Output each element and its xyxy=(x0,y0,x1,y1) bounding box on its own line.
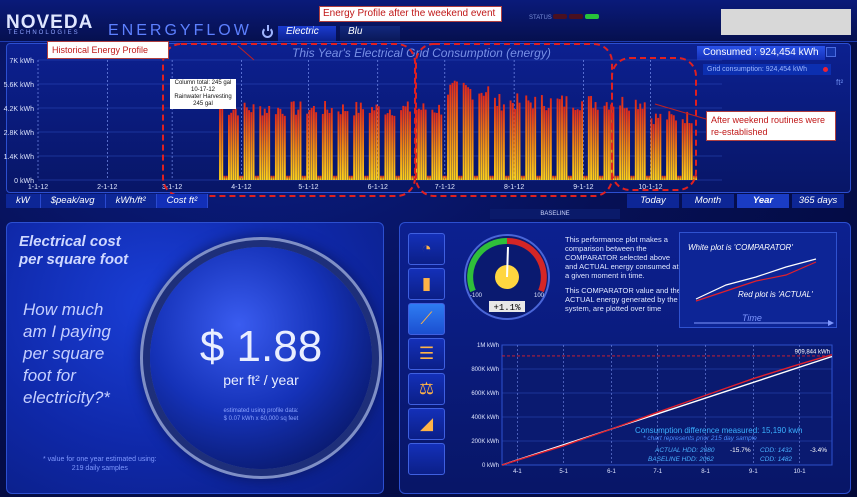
bar-tool-icon[interactable]: ▮ xyxy=(408,268,445,300)
gauge-min-label: -100 xyxy=(470,293,483,299)
chart-title: This Year's Electrical Grid Consumption … xyxy=(292,46,551,60)
y-tick-label: 800K kWh xyxy=(471,367,499,373)
y-tick-label: 1M kWh xyxy=(477,343,499,349)
price-estimate: estimated using profile data: $ 0.07 kWh… xyxy=(188,407,334,423)
performance-description: This performance plot makes a comparison… xyxy=(565,235,683,319)
question-line: electricity?* xyxy=(23,388,110,407)
performance-gauge: -100 100 +1.1% xyxy=(464,234,550,320)
energyflow-dashboard: NOVEDA TECHNOLOGIES ENERGYFLOW Electric … xyxy=(0,0,857,497)
tab-kwh-ft2[interactable]: kWh/ft² xyxy=(105,194,157,208)
tab-electric[interactable]: Electric xyxy=(278,26,336,41)
cost-title-line: Electrical cost xyxy=(19,233,121,250)
column-total-tooltip: Column total: 245 gal 10-17-12 Rainwater… xyxy=(170,79,236,109)
status-light xyxy=(569,14,583,19)
performance-text: This COMPARATOR value and the ACTUAL ene… xyxy=(565,286,681,313)
annotation-after-weekend: After weekend routines were re-establish… xyxy=(706,111,836,141)
chart-note: * chart represents prior 215 day sample xyxy=(643,435,757,442)
actual-cdd: CDD: 1432 xyxy=(760,447,793,454)
tab-year[interactable]: Year xyxy=(737,194,789,208)
baseline-tag[interactable]: BASELINE xyxy=(490,209,620,219)
cost-panel: Electrical cost per square foot How much… xyxy=(6,222,384,494)
legend-comparator: White plot is 'COMPARATOR' xyxy=(688,243,793,252)
footnote-line: 219 daily samples xyxy=(71,465,128,472)
baseline-hdd: BASELINE HDD: 2062 xyxy=(648,456,714,463)
comparator-tool-icon[interactable]: ⟋ xyxy=(408,303,445,335)
tooltip-line: Column total: 245 gal xyxy=(174,80,232,86)
cost-dial: $ 1.88 per ft² / year estimated using pr… xyxy=(150,247,372,469)
tab-cost-ft2[interactable]: Cost ft² xyxy=(156,194,209,208)
estimate-line: estimated using profile data: xyxy=(223,408,299,414)
consumption-difference: Consumption difference measured: 15,190 … xyxy=(635,426,803,435)
actual-hdd: ACTUAL HDD: 2080 xyxy=(655,447,715,454)
tab-today[interactable]: Today xyxy=(627,194,679,208)
status-light xyxy=(553,14,567,19)
tooltip-line: 245 gal xyxy=(193,101,213,107)
cost-question: How much am I paying per square foot for… xyxy=(23,299,111,409)
cost-title-line: per square foot xyxy=(19,251,129,268)
power-icon[interactable] xyxy=(262,25,273,38)
gauge-tool-icon[interactable]: ◔ xyxy=(408,233,445,265)
question-line: am I paying xyxy=(23,322,111,341)
actual-cdd-pct: -3.4% xyxy=(810,447,827,454)
tooltip-line: Rainwater Harvesting xyxy=(174,94,232,100)
tab-month[interactable]: Month xyxy=(682,194,734,208)
actual-hdd-pct: -15.7% xyxy=(730,447,751,454)
x-tick-label: 4-1 xyxy=(513,469,522,475)
time-arrow-icon xyxy=(694,320,834,326)
footnote-line: * value for one year estimated using: xyxy=(43,456,157,463)
gauge-value: +1.1% xyxy=(493,303,521,313)
ft2-toggle[interactable]: ft² xyxy=(836,78,843,87)
legend-actual: Red plot is 'ACTUAL' xyxy=(738,290,813,299)
consumed-total: Consumed : 924,454 kWh xyxy=(697,46,825,60)
tab-365-days[interactable]: 365 days xyxy=(792,194,844,208)
annotation-weekend-event: Energy Profile after the weekend event xyxy=(319,6,502,22)
y-tick-label: 200K kWh xyxy=(471,439,499,445)
tooltip-line: 10-17-12 xyxy=(190,87,216,93)
cost-title: Electrical cost per square foot xyxy=(19,233,128,269)
cost-footnote: * value for one year estimated using: 21… xyxy=(43,455,157,473)
tab-peak-avg[interactable]: $peak/avg xyxy=(40,194,106,208)
gauge-max-label: 100 xyxy=(534,293,545,299)
table-tool-icon[interactable]: ☰ xyxy=(408,338,445,370)
status-light-ok xyxy=(585,14,599,19)
estimate-line: $ 0.07 kWh x 60,000 sq feet xyxy=(223,416,299,422)
empty-tool[interactable] xyxy=(408,443,445,475)
comparator-panel: ◔ ▮ ⟋ ☰ ⚖ ◢ -100 100 +1.1% This performa… xyxy=(399,222,851,494)
comparator-legend: White plot is 'COMPARATOR' Red plot is '… xyxy=(679,232,837,328)
area-tool-icon[interactable]: ◢ xyxy=(408,408,445,440)
x-tick-label: 9-1 xyxy=(749,469,758,475)
logo-subtitle: TECHNOLOGIES xyxy=(8,30,80,36)
price-value: $ 1.88 xyxy=(199,322,323,371)
question-line: foot for xyxy=(23,366,76,385)
y-tick-label: 400K kWh xyxy=(471,415,499,421)
question-line: per square xyxy=(23,344,105,363)
end-value-label: 909,844 kWh xyxy=(795,350,830,356)
tool-column: ◔ ▮ ⟋ ☰ ⚖ ◢ xyxy=(408,233,448,475)
performance-text: This performance plot makes a comparison… xyxy=(565,235,679,280)
user-info-box[interactable] xyxy=(721,9,851,35)
status-label: STATUS xyxy=(529,15,552,21)
y-tick-label: 600K kWh xyxy=(471,391,499,397)
x-tick-label: 7-1 xyxy=(653,469,662,475)
unit-tabs: kW $peak/avg kWh/ft² Cost ft² xyxy=(6,194,209,208)
scale-tool-icon[interactable]: ⚖ xyxy=(408,373,445,405)
tab-blu[interactable]: Blu xyxy=(340,26,400,41)
x-tick-label: 10-1 xyxy=(794,469,807,475)
annotation-historical: Historical Energy Profile xyxy=(47,41,169,59)
product-name: ENERGYFLOW xyxy=(108,22,252,39)
x-tick-label: 5-1 xyxy=(559,469,568,475)
legend-plot xyxy=(695,258,817,302)
x-tick-label: 8-1 xyxy=(701,469,710,475)
status-lights xyxy=(553,14,599,19)
expand-button[interactable] xyxy=(826,47,836,57)
period-tabs: Today Month Year 365 days xyxy=(627,194,844,208)
grid-consumption-legend[interactable]: Grid consumption: 924,454 kWh xyxy=(703,64,831,75)
y-tick-label: 0 kWh xyxy=(482,463,499,469)
x-tick-label: 6-1 xyxy=(607,469,616,475)
baseline-cdd: CDD: 1482 xyxy=(760,456,793,463)
tab-kw[interactable]: kW xyxy=(6,194,41,208)
price-unit: per ft² / year xyxy=(223,372,299,388)
question-line: How much xyxy=(23,300,104,319)
